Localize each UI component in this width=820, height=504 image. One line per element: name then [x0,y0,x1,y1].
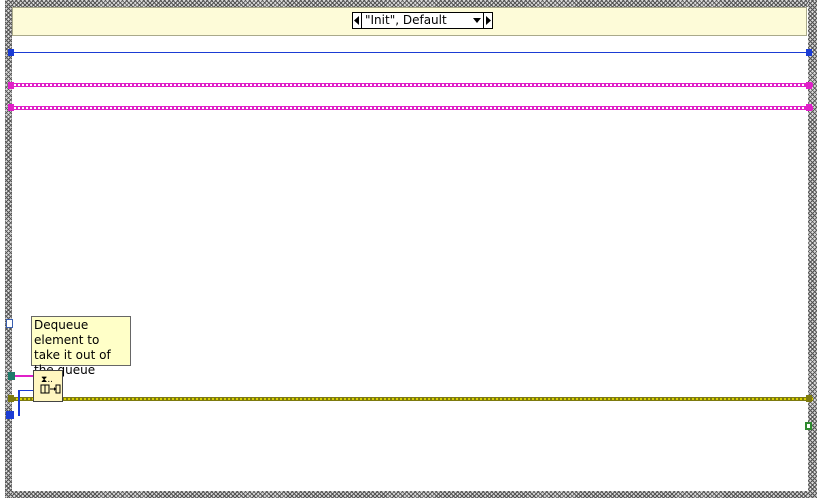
pink-tunnel-1-right[interactable] [806,82,812,89]
dequeue-element-node[interactable]: ⧗.. [33,370,63,402]
increment-case-icon[interactable] [483,13,492,28]
blue-error-wire-h[interactable] [18,390,33,391]
decrement-case-icon[interactable] [353,13,362,28]
pink-tunnel-1-left[interactable] [8,82,14,89]
blue-tunnel-bottom-left[interactable] [6,411,14,419]
comment-label: Dequeue element to take it out of the qu… [31,316,131,377]
case-header: "Init", Default [12,7,807,36]
case-structure: "Init", Default Dequeue element to take … [0,0,820,504]
case-structure-border-top [5,0,817,7]
pink-wire-1[interactable] [8,83,813,87]
dequeue-element-icon: ⧗.. [35,375,61,402]
reference-tunnel-left[interactable] [6,319,13,328]
pink-tunnel-2-right[interactable] [806,104,812,111]
case-structure-border-left [5,0,12,498]
green-tunnel-right[interactable] [805,422,812,430]
olive-tunnel-left[interactable] [8,395,14,402]
olive-wire[interactable] [8,397,813,401]
blue-error-wire[interactable] [18,390,20,416]
blue-tunnel-left[interactable] [8,49,14,56]
blue-tunnel-right[interactable] [806,49,812,56]
case-structure-border-bottom [5,491,817,498]
chevron-down-icon[interactable] [473,13,482,33]
case-selector-label: "Init", Default [365,13,447,27]
teal-tunnel-left[interactable] [8,372,15,380]
pink-tunnel-2-left[interactable] [8,104,14,111]
pink-wire-2[interactable] [8,106,813,110]
svg-text:⧗..: ⧗.. [41,375,53,385]
blue-wire[interactable] [8,52,813,53]
olive-tunnel-right[interactable] [806,395,812,402]
case-diagram-area [12,36,807,491]
case-selector[interactable]: "Init", Default [352,12,493,29]
